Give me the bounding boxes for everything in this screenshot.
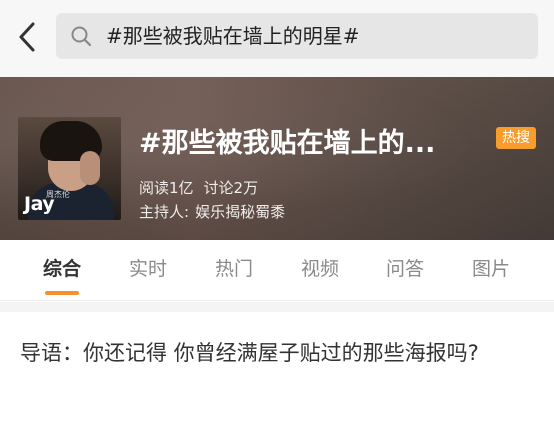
section-divider	[0, 302, 554, 312]
tab-hot[interactable]: 热门	[199, 240, 269, 301]
search-input[interactable]: #那些被我贴在墙上的明星#	[56, 13, 538, 59]
discussion-count: 讨论2万	[203, 179, 259, 197]
tab-video[interactable]: 视频	[285, 240, 355, 301]
active-tab-indicator	[45, 291, 79, 295]
search-icon	[71, 26, 92, 47]
tab-qa[interactable]: 问答	[370, 240, 440, 301]
topic-title: #那些被我贴在墙上的...	[139, 128, 436, 159]
host-name-link[interactable]: 娱乐揭秘蜀黍	[195, 203, 285, 221]
back-button[interactable]	[14, 20, 42, 54]
topic-guide-text: 导语：你还记得 你曾经满屋子贴过的那些海报吗?	[20, 341, 479, 365]
cover-brand-text: Jay	[24, 193, 55, 215]
topic-stats: 阅读1亿 讨论2万	[139, 177, 258, 198]
hot-search-badge: 热搜	[496, 127, 536, 149]
chevron-left-icon	[19, 22, 35, 52]
read-count: 阅读1亿	[139, 179, 194, 197]
tab-realtime[interactable]: 实时	[113, 240, 183, 301]
tab-bar: 综合 实时 热门 视频 问答 图片	[0, 240, 554, 301]
search-header: #那些被我贴在墙上的明星#	[0, 0, 554, 77]
search-query: #那些被我贴在墙上的明星#	[106, 24, 360, 48]
host-label: 主持人:	[139, 203, 190, 221]
topic-cover-image[interactable]: 周杰伦 Jay	[18, 117, 121, 220]
topic-banner: 周杰伦 Jay #那些被我贴在墙上的... 热搜 阅读1亿 讨论2万 主持人: 娱乐…	[0, 77, 554, 240]
topic-host: 主持人: 娱乐揭秘蜀黍	[139, 201, 285, 222]
tab-images[interactable]: 图片	[456, 240, 526, 301]
